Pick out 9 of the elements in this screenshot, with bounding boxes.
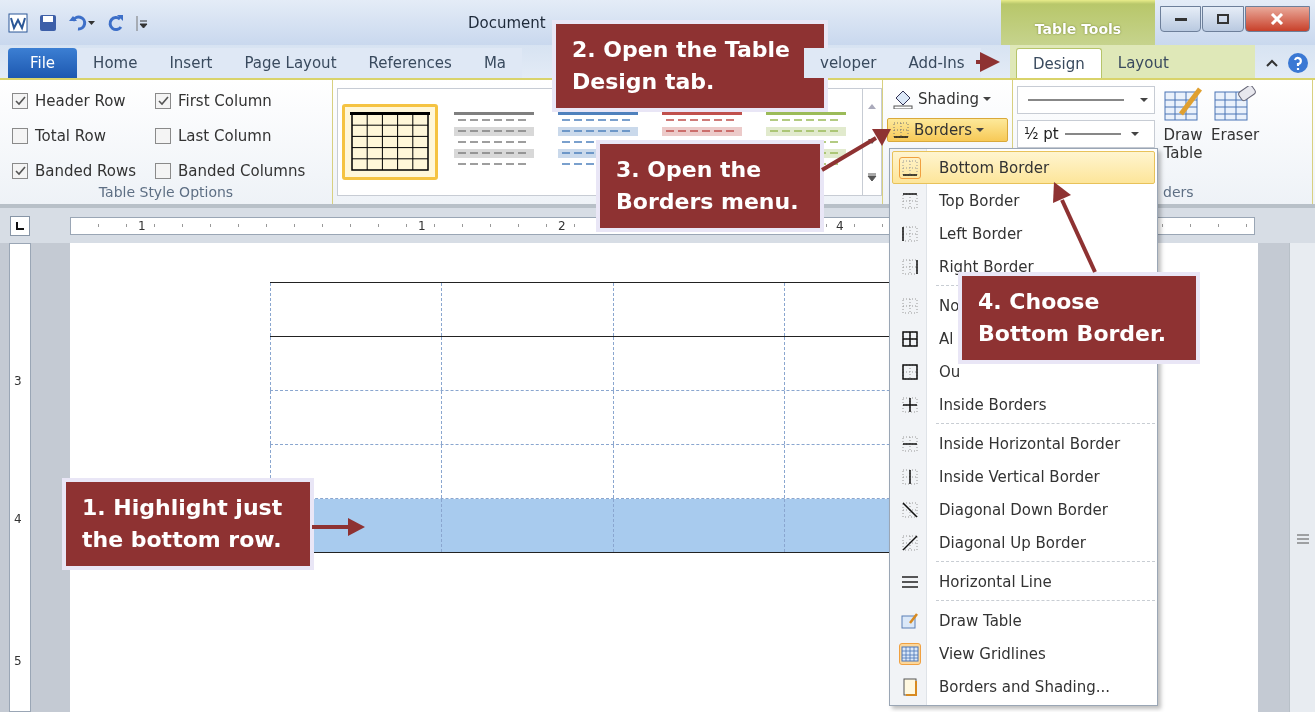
ruler-number: 5 bbox=[14, 654, 22, 668]
step-callout-tooltip: 1. Highlight just the bottom row. bbox=[62, 478, 314, 570]
window-title: Document bbox=[468, 13, 546, 32]
ruler-number: 3 bbox=[14, 374, 22, 388]
ruler-number: 4 bbox=[14, 512, 22, 526]
group-label: Table Style Options bbox=[97, 184, 235, 202]
step-callout-tooltip: 4. Choose Bottom Border. bbox=[958, 272, 1200, 364]
table-tools-header: Table Tools bbox=[1001, 0, 1155, 45]
step-callout-tooltip: 3. Open the Borders menu. bbox=[596, 140, 824, 232]
